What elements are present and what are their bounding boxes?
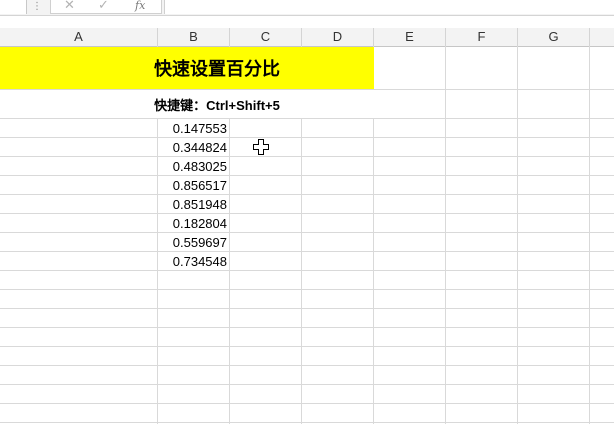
value-cell[interactable]: 0.734548 xyxy=(158,252,228,270)
gridline xyxy=(0,422,614,423)
value-cell[interactable]: 0.483025 xyxy=(158,157,228,175)
gridline xyxy=(0,384,614,385)
gridline xyxy=(517,46,518,424)
value-cell[interactable]: 0.344824 xyxy=(158,138,228,156)
gridline xyxy=(0,327,614,328)
cross-icon[interactable]: ✕ xyxy=(64,0,75,12)
gridline xyxy=(0,137,614,138)
check-icon[interactable]: ✓ xyxy=(98,0,109,12)
column-header-f[interactable]: F xyxy=(446,28,518,46)
gridline xyxy=(0,194,614,195)
formula-bar: ⋮ ✕ ✓ fx xyxy=(0,0,614,16)
column-header-e[interactable]: E xyxy=(374,28,446,46)
value-cell[interactable]: 0.559697 xyxy=(158,233,228,251)
gridline xyxy=(0,308,614,309)
name-box[interactable] xyxy=(0,0,27,14)
gridline xyxy=(0,175,614,176)
value-cell[interactable]: 0.856517 xyxy=(158,176,228,194)
column-header-g[interactable]: G xyxy=(518,28,590,46)
vertical-ellipsis-icon[interactable]: ⋮ xyxy=(32,0,42,13)
gridline xyxy=(445,46,446,424)
shortcut-cell[interactable]: 快捷键：Ctrl+Shift+5 xyxy=(0,90,374,118)
gridline xyxy=(0,403,614,404)
gridline xyxy=(0,365,614,366)
value-cell[interactable]: 0.147553 xyxy=(158,119,228,137)
formula-input[interactable] xyxy=(164,0,614,14)
value-cell[interactable]: 0.851948 xyxy=(158,195,228,213)
value-cell[interactable]: 0.182804 xyxy=(158,214,228,232)
column-header-d[interactable]: D xyxy=(302,28,374,46)
column-header-c[interactable]: C xyxy=(230,28,302,46)
gridline xyxy=(0,346,614,347)
column-header-h[interactable] xyxy=(590,28,614,46)
title-cell[interactable]: 快速设置百分比 xyxy=(0,47,374,89)
column-header-a[interactable]: A xyxy=(0,28,158,46)
gridline xyxy=(0,156,614,157)
gridline xyxy=(0,118,614,119)
formula-buttons: ✕ ✓ fx xyxy=(50,0,162,14)
column-header-b[interactable]: B xyxy=(158,28,230,46)
gridline xyxy=(0,251,614,252)
gridline xyxy=(0,289,614,290)
gridline xyxy=(0,232,614,233)
cell-cursor-icon xyxy=(253,139,269,155)
column-headers: A B C D E F G xyxy=(0,28,614,47)
fx-icon[interactable]: fx xyxy=(135,0,145,13)
gridline xyxy=(589,46,590,424)
gridline xyxy=(0,213,614,214)
gridline xyxy=(0,270,614,271)
